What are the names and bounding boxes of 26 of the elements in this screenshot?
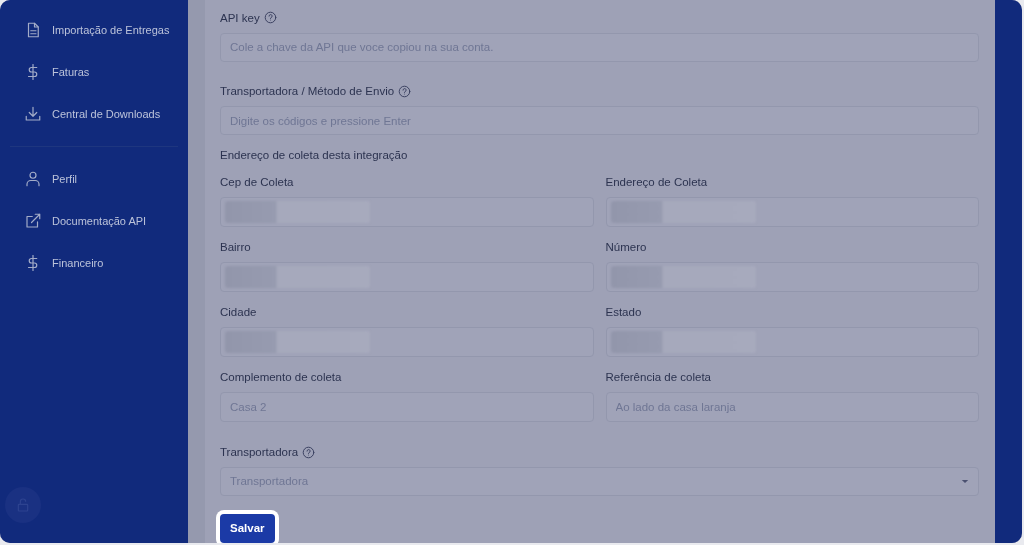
field-label: Referência de coleta	[605, 371, 711, 384]
help-icon[interactable]	[398, 84, 412, 98]
field-label: API key	[220, 11, 260, 24]
field-label: Endereço de Coleta	[605, 176, 708, 189]
help-icon[interactable]	[302, 445, 316, 459]
field-label: Cidade	[220, 306, 257, 319]
field-label: Complemento de coleta	[220, 371, 342, 384]
sidebar-item[interactable]: Central de Downloads	[24, 102, 170, 126]
sidebar-item[interactable]: Documentação API	[24, 209, 170, 233]
download-icon	[24, 105, 42, 123]
sidebar-item[interactable]: Financeiro	[24, 251, 170, 275]
section-heading: Endereço de coleta desta integração	[220, 149, 409, 162]
field-label: Bairro	[220, 241, 251, 254]
field-label: Estado	[605, 306, 642, 319]
sidebar-item[interactable]: Perfil	[24, 167, 170, 191]
caret-icon	[961, 478, 969, 484]
field-label: Transportadora	[220, 446, 299, 459]
field-label: Cep de Coleta	[220, 176, 294, 189]
field-label: Transportadora / Método de Envio	[220, 85, 395, 98]
external-link-icon	[24, 212, 42, 230]
sidebar-item[interactable]: Faturas	[24, 60, 170, 84]
user-icon	[24, 170, 42, 188]
help-icon[interactable]	[263, 11, 277, 25]
field-label: Número	[605, 241, 647, 254]
sidebar-item[interactable]: Importação de Entregas	[24, 18, 170, 42]
lock-button[interactable]	[5, 487, 41, 523]
